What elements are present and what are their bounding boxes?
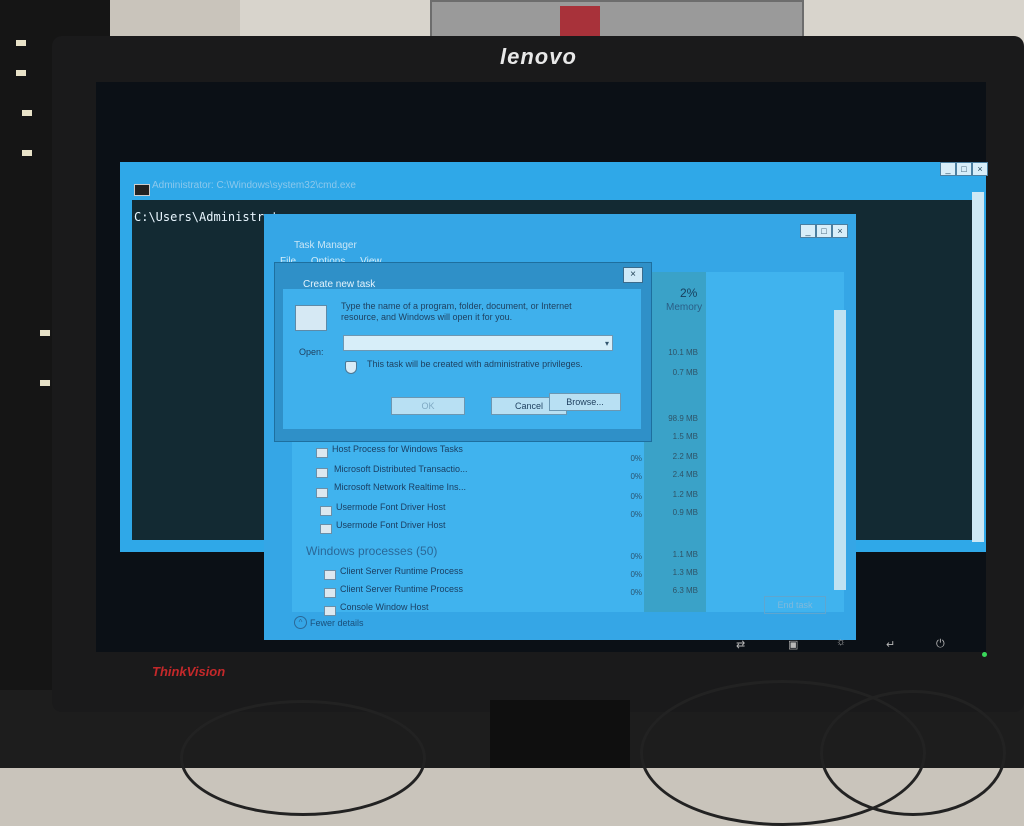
brightness-icon[interactable]: ☼ [836,636,846,648]
process-icon [324,588,336,598]
background-red-box [560,6,600,36]
process-icon [316,448,328,458]
process-memory: 2.4 MB [672,470,698,479]
process-list-scrollbar[interactable] [834,310,846,590]
chevron-down-icon[interactable]: ▾ [605,339,609,348]
process-cpu: 0% [630,570,642,579]
rack-led [16,70,26,76]
process-icon [324,570,336,580]
process-icon [320,524,332,534]
input-source-icon[interactable]: ⇄ [736,638,745,651]
memory-percent: 2% [680,286,698,300]
rack-led [16,40,26,46]
process-name[interactable]: Microsoft Distributed Transactio... [334,464,468,474]
process-cpu: 0% [630,510,642,519]
task-manager-title: Task Manager [294,240,357,251]
memory-value: 0.7 MB [672,368,698,377]
process-memory: 0.9 MB [672,508,698,517]
process-icon [320,506,332,516]
process-cpu: 0% [630,552,642,561]
rack-led [22,150,32,156]
process-memory: 6.3 MB [672,586,698,595]
cmd-icon [134,184,150,196]
shield-icon [345,361,357,374]
thinkvision-logo: ThinkVision [152,664,226,679]
process-memory: 1.2 MB [672,490,698,499]
cmd-scrollbar[interactable] [972,192,984,542]
cable [820,690,1006,816]
memory-value: 98.9 MB [668,414,698,423]
process-memory: 1.3 MB [672,568,698,577]
power-led [982,652,987,657]
memory-column-header[interactable]: Memory [666,302,702,313]
end-task-button[interactable]: End task [764,596,826,614]
dialog-description: Type the name of a program, folder, docu… [341,301,572,322]
process-memory: 1.5 MB [672,432,698,441]
process-name[interactable]: Console Window Host [340,602,429,612]
cmd-title: Administrator: C:\Windows\system32\cmd.e… [152,180,356,191]
process-memory: 2.2 MB [672,452,698,461]
rack-led [40,380,50,386]
open-input[interactable] [343,335,613,351]
close-icon[interactable]: × [972,162,988,176]
minimize-icon[interactable]: _ [800,224,816,238]
monitor-controls: ⇄ ▣ ☼ ↵ ⏻ [716,630,986,666]
minimize-icon[interactable]: _ [940,162,956,176]
process-name[interactable]: Usermode Font Driver Host [336,520,446,530]
process-name[interactable]: Host Process for Windows Tasks [332,444,463,454]
process-cpu: 0% [630,492,642,501]
process-icon [324,606,336,616]
lenovo-logo: lenovo [500,44,577,69]
admin-privileges-note: This task will be created with administr… [367,359,583,369]
back-icon[interactable]: ↵ [886,638,895,651]
process-cpu: 0% [630,588,642,597]
close-icon[interactable]: × [623,267,643,283]
monitor-stand [490,700,630,768]
open-label: Open: [299,347,324,357]
maximize-icon[interactable]: □ [956,162,972,176]
browse-button[interactable]: Browse... [549,393,621,411]
ok-button[interactable]: OK [391,397,465,415]
rack-led [40,330,50,336]
windows-processes-heading: Windows processes (50) [306,544,438,558]
process-memory: 1.1 MB [672,550,698,559]
fewer-details-link[interactable]: Fewer details [310,618,364,628]
process-name[interactable]: Client Server Runtime Process [340,584,463,594]
app-icon [295,305,327,331]
cable [180,700,426,816]
rack-led [22,110,32,116]
menu-icon[interactable]: ▣ [788,638,798,651]
process-cpu: 0% [630,454,642,463]
power-icon[interactable]: ⏻ [936,638,945,651]
maximize-icon[interactable]: □ [816,224,832,238]
process-cpu: 0% [630,472,642,481]
close-icon[interactable]: × [832,224,848,238]
process-icon [316,468,328,478]
process-name[interactable]: Usermode Font Driver Host [336,502,446,512]
process-name[interactable]: Client Server Runtime Process [340,566,463,576]
process-name[interactable]: Microsoft Network Realtime Ins... [334,482,466,492]
process-icon [316,488,328,498]
memory-value: 10.1 MB [668,348,698,357]
create-new-task-dialog[interactable]: Create new task × Type the name of a pro… [274,262,652,442]
memory-column [644,272,706,612]
chevron-up-icon[interactable]: ^ [294,616,307,629]
